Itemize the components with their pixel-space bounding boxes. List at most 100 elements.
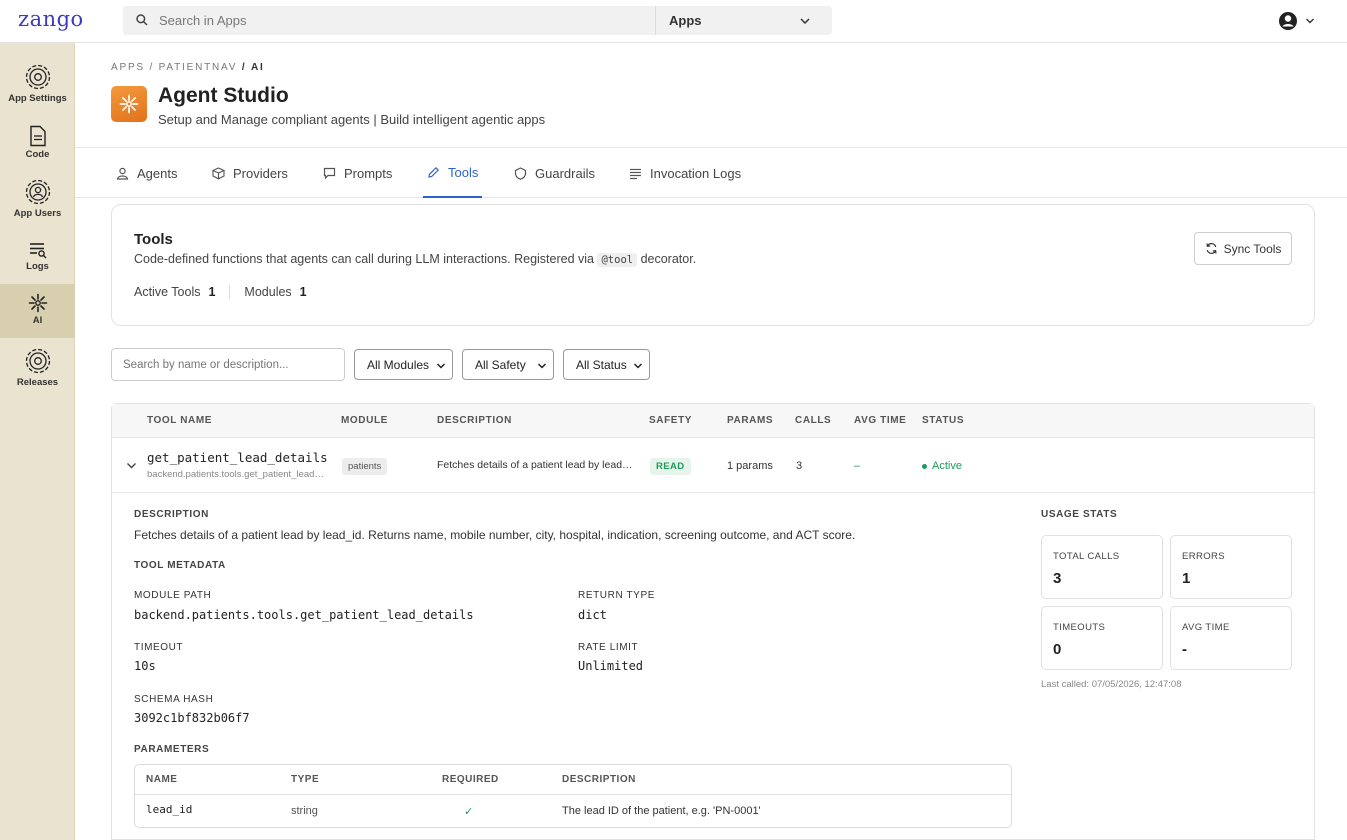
safety-filter-select[interactable]: All Safety (462, 349, 554, 380)
sidebar-item-releases[interactable]: Releases (0, 347, 75, 388)
table-row[interactable]: get_patient_lead_details backend.patient… (112, 438, 1314, 493)
avg-time-stat: AVG TIME - (1170, 606, 1292, 670)
timeout-value: 10s (134, 659, 156, 673)
modules-count: 1 (299, 285, 307, 299)
sidebar-item-logs[interactable]: Logs (0, 241, 75, 272)
status-text: Active (932, 460, 962, 472)
ai-sparkle-icon (28, 293, 47, 313)
module-path-label: MODULE PATH (134, 590, 212, 601)
chevron-down-icon (537, 363, 547, 369)
breadcrumb-separator: / (149, 62, 155, 73)
active-tools-label: Active Tools (134, 285, 201, 299)
tool-name[interactable]: get_patient_lead_details (147, 450, 328, 465)
param-column-name: NAME (146, 774, 178, 785)
sidebar: App Settings Code App Users Logs AI Rele… (0, 43, 75, 840)
sidebar-item-code[interactable]: Code (0, 125, 75, 160)
breadcrumb-separator: / (241, 62, 247, 73)
column-header-calls[interactable]: CALLS (795, 415, 831, 426)
column-header-status[interactable]: STATUS (922, 415, 964, 426)
sidebar-item-label: App Settings (8, 93, 67, 104)
status-filter-select[interactable]: All Status (563, 349, 650, 380)
param-column-type: TYPE (291, 774, 320, 785)
tab-label: Guardrails (535, 165, 595, 181)
sync-tools-button[interactable]: Sync Tools (1194, 232, 1292, 265)
column-header-description[interactable]: DESCRIPTION (437, 415, 512, 426)
param-column-description: DESCRIPTION (562, 774, 636, 785)
modules-filter-value: All Modules (367, 358, 430, 372)
zango-logo[interactable]: zango (18, 7, 84, 31)
breadcrumb-patientnav[interactable]: PATIENTNAV (159, 62, 238, 73)
column-header-params[interactable]: PARAMS (727, 415, 773, 426)
list-icon (630, 168, 641, 179)
tool-metadata-label: TOOL METADATA (134, 560, 226, 571)
active-tools-count: 1 (208, 285, 216, 299)
search-input[interactable]: Search in Apps (159, 13, 246, 28)
user-menu[interactable] (1278, 10, 1318, 32)
tool-search-input[interactable]: Search by name or description... (111, 348, 345, 381)
sidebar-item-app-users[interactable]: App Users (0, 178, 75, 219)
param-type: string (291, 805, 318, 817)
search-divider (655, 6, 656, 35)
breadcrumb: APPS / PATIENTNAV / AI (111, 62, 265, 73)
schema-hash-label: SCHEMA HASH (134, 694, 214, 705)
stat-label: TIMEOUTS (1053, 622, 1106, 633)
sidebar-item-app-settings[interactable]: App Settings (0, 63, 75, 104)
column-header-avg-time[interactable]: AVG TIME (854, 415, 906, 426)
tool-path: backend.patients.tools.get_patient_lead_… (147, 469, 327, 480)
users-gear-icon (25, 179, 50, 205)
chevron-down-icon (633, 363, 643, 369)
full-description: Fetches details of a patient lead by lea… (134, 528, 856, 542)
rate-limit-value: Unlimited (578, 659, 644, 673)
chevron-down-icon[interactable] (126, 460, 137, 471)
sidebar-item-label: App Users (13, 208, 62, 219)
page-title: Agent Studio (158, 84, 289, 107)
stat-label: ERRORS (1182, 551, 1226, 562)
stat-value: 1 (1182, 570, 1191, 587)
tools-desc-text: Code-defined functions that agents can c… (134, 252, 594, 266)
sync-tools-label: Sync Tools (1223, 241, 1282, 256)
ai-sparkle-icon (119, 94, 139, 114)
top-bar: zango Search in Apps Apps (0, 0, 1347, 43)
search-scope-select[interactable]: Apps (669, 13, 702, 28)
tools-summary-card: Tools Code-defined functions that agents… (111, 204, 1315, 326)
gear-icon (25, 348, 50, 374)
tab-label: Invocation Logs (650, 165, 742, 181)
sync-icon (1205, 243, 1217, 254)
search-icon (136, 14, 148, 26)
column-header-tool-name[interactable]: TOOL NAME (147, 415, 212, 426)
modules-filter-select[interactable]: All Modules (354, 349, 453, 380)
param-description: The lead ID of the patient, e.g. 'PN-000… (562, 805, 761, 817)
schema-hash-value: 3092c1bf832b06f7 (134, 711, 250, 725)
chevron-down-icon (436, 363, 446, 369)
page-subtitle: Setup and Manage compliant agents | Buil… (158, 112, 546, 127)
tab-label: Agents (137, 165, 178, 181)
sidebar-item-ai[interactable]: AI (0, 284, 75, 338)
chevron-down-icon[interactable] (799, 15, 811, 27)
gear-icon (25, 64, 50, 90)
tab-prompts[interactable]: Prompts (323, 148, 392, 198)
safety-filter-value: All Safety (475, 358, 526, 372)
column-header-safety[interactable]: SAFETY (649, 415, 692, 426)
params-count: 1 params (727, 460, 773, 472)
pencil-icon (428, 166, 440, 178)
modules-label: Modules (244, 285, 292, 299)
tab-agents[interactable]: Agents (116, 148, 177, 198)
shield-icon (514, 166, 527, 180)
tools-card-description: Code-defined functions that agents can c… (134, 252, 697, 267)
breadcrumb-apps[interactable]: APPS (111, 62, 145, 73)
usage-stats-label: USAGE STATS (1041, 509, 1118, 520)
table-header: TOOL NAME MODULE DESCRIPTION SAFETY PARA… (112, 404, 1314, 438)
tab-tools[interactable]: Tools (423, 148, 483, 198)
tab-invocation-logs[interactable]: Invocation Logs (629, 148, 741, 198)
parameters-table: NAME TYPE REQUIRED DESCRIPTION lead_id s… (134, 764, 1012, 828)
chevron-down-icon (1306, 18, 1314, 24)
tab-guardrails[interactable]: Guardrails (514, 148, 595, 198)
rate-limit-label: RATE LIMIT (578, 642, 639, 653)
param-required-check: ✓ (464, 806, 474, 818)
description-label: DESCRIPTION (134, 509, 209, 520)
global-search[interactable]: Search in Apps Apps (123, 6, 832, 35)
tab-providers[interactable]: Providers (212, 148, 288, 198)
timeout-label: TIMEOUT (134, 642, 184, 653)
column-header-module[interactable]: MODULE (341, 415, 388, 426)
tools-desc-text: decorator. (640, 252, 697, 266)
